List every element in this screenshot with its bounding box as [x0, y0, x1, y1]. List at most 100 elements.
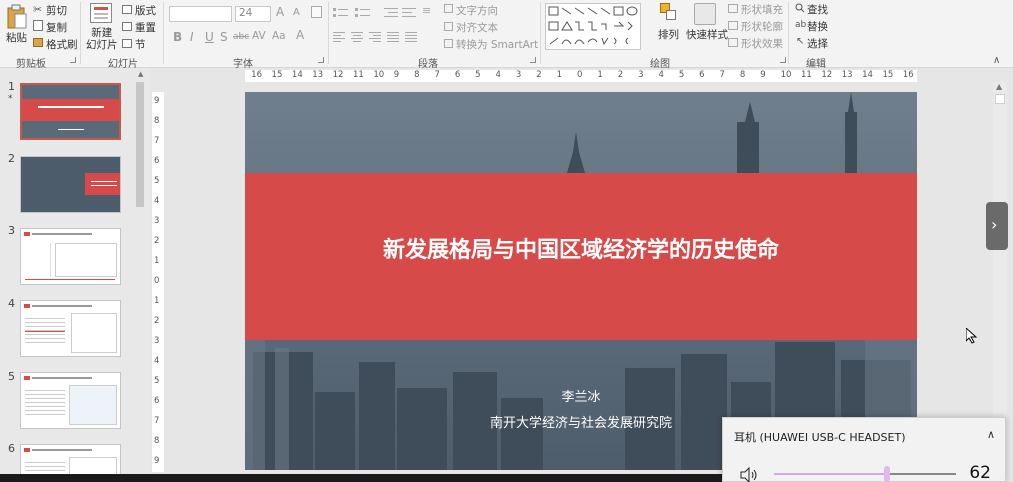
chevron-right-icon: ›: [991, 215, 998, 234]
thumbnail-scrollbar[interactable]: ▲: [134, 68, 146, 482]
select-button[interactable]: 选择: [807, 36, 828, 51]
ruler-tick-label: 4: [154, 196, 160, 206]
ruler-tick-label: 1: [556, 70, 563, 80]
slide-thumbnail-4[interactable]: [20, 300, 121, 357]
quick-styles-icon: [694, 3, 716, 25]
replace-icon: ab: [795, 20, 807, 30]
ruler-tick-label: 11: [353, 70, 364, 80]
chevron-up-icon[interactable]: ∧: [987, 428, 995, 441]
thumb-number: 4: [8, 297, 15, 310]
shape-effects-icon: [728, 38, 738, 47]
paste-icon[interactable]: [6, 4, 28, 30]
volume-slider-thumb[interactable]: [883, 466, 890, 482]
slide-thumbnail-2[interactable]: [20, 156, 121, 213]
horizontal-ruler: 16 15 14 13 12 11 10 9 8 7 6 5 4 3 2 1 0 1 2 3 4 5 6 7 8 9 10 11 12 1…: [245, 70, 917, 82]
slide-author[interactable]: 李兰冰: [245, 386, 917, 405]
vertical-ruler: 9 8 7 6 5 4 3 2 1 0 1 2 3 4 5 6 7 8 9: [152, 92, 164, 472]
thumb-number: 1: [8, 80, 15, 93]
ruler-tick-label: 15: [271, 70, 283, 80]
shrink-font-button[interactable]: A: [293, 7, 300, 18]
find-button[interactable]: 查找: [807, 2, 828, 17]
font-size-input[interactable]: 24: [235, 6, 271, 22]
font-name-input[interactable]: [169, 6, 232, 22]
taskbar: [0, 474, 722, 482]
grow-font-button[interactable]: A: [276, 5, 284, 19]
text-direction-button[interactable]: 文字方向: [456, 3, 498, 18]
ruler-tick-label: 7: [154, 136, 160, 146]
format-painter-button[interactable]: 格式刷: [46, 37, 78, 52]
clipboard-launcher[interactable]: [70, 57, 76, 63]
slide-title[interactable]: 新发展格局与中国区域经济学的历史使命: [245, 232, 917, 264]
text-direction-icon: [444, 4, 453, 13]
change-case-button[interactable]: Aa: [272, 30, 286, 42]
new-slide-icon: [90, 3, 112, 23]
speaker-icon[interactable]: [740, 466, 760, 482]
ruler-tick-label: 14: [862, 70, 873, 80]
replace-button[interactable]: 替换: [807, 19, 828, 34]
slide-thumbnail-1[interactable]: [20, 83, 121, 140]
volume-slider-track[interactable]: [774, 466, 956, 482]
copy-button[interactable]: 复制: [46, 20, 67, 35]
ruler-tick-label: 3: [154, 216, 160, 226]
shadow-button[interactable]: S: [220, 30, 228, 44]
align-text-button[interactable]: 对齐文本: [456, 20, 498, 35]
find-icon: [795, 3, 805, 13]
paste-button[interactable]: 粘贴: [6, 30, 27, 45]
ruler-tick-label: 12: [332, 70, 344, 80]
ruler-tick-label: 2: [154, 236, 160, 246]
slide-thumbnail-5[interactable]: [20, 372, 121, 429]
collapse-ribbon-icon[interactable]: ∧: [993, 55, 1000, 66]
font-color-button[interactable]: A: [296, 28, 304, 42]
ruler-tick-label: 2: [617, 70, 624, 80]
group-label-paragraph: 段落: [418, 59, 438, 70]
ruler-tick-label: 7: [434, 70, 440, 80]
bullets-icon[interactable]: [333, 6, 381, 23]
shape-outline-icon: [728, 21, 738, 30]
section-button[interactable]: 节: [135, 37, 146, 52]
audio-device-label[interactable]: 耳机 (HUAWEI USB-C HEADSET): [734, 429, 906, 445]
paragraph-launcher[interactable]: [530, 57, 536, 63]
ruler-tick-label: 4: [154, 356, 160, 366]
ruler-tick-label: 14: [291, 70, 303, 80]
next-panel-handle[interactable]: ›: [986, 202, 1008, 250]
group-label-editing: 编辑: [806, 59, 826, 70]
align-icons[interactable]: [333, 31, 433, 46]
slide-thumbnail-3[interactable]: [20, 228, 121, 285]
char-spacing-button[interactable]: AV: [252, 30, 266, 42]
ruler-tick-label: 2: [536, 70, 542, 80]
ruler-tick-label: 3: [515, 70, 522, 80]
shape-fill-button[interactable]: 形状填充: [741, 2, 783, 17]
ruler-tick-label: 6: [454, 70, 461, 80]
new-slide-button[interactable]: 新建 幻灯片: [86, 27, 118, 51]
shapes-gallery[interactable]: [545, 3, 641, 50]
format-painter-icon: [33, 38, 43, 47]
clear-format-icon[interactable]: [311, 6, 322, 18]
reset-icon: [122, 22, 132, 31]
underline-button[interactable]: U: [205, 30, 214, 44]
reset-button[interactable]: 重置: [135, 20, 156, 35]
ruler-tick-label: 2: [154, 316, 160, 326]
italic-button[interactable]: I: [190, 30, 194, 44]
ruler-tick-label: 5: [678, 70, 685, 80]
cut-button[interactable]: 剪切: [46, 3, 67, 18]
ruler-tick-label: 5: [154, 376, 160, 386]
thumb-star: *: [8, 94, 13, 104]
volume-slider-fill: [774, 473, 887, 475]
quick-styles-button[interactable]: 快速样式: [686, 27, 728, 42]
font-launcher[interactable]: [318, 57, 324, 63]
slide-canvas[interactable]: 新发展格局与中国区域经济学的历史使命 李兰冰 南开大学经济与社会发展研究院: [245, 92, 917, 470]
arrange-button[interactable]: 排列: [658, 27, 679, 42]
drawing-launcher[interactable]: [780, 57, 786, 63]
smartart-button[interactable]: 转换为 SmartArt: [456, 37, 538, 52]
bold-button[interactable]: B: [173, 30, 182, 44]
ruler-tick-label: 10: [780, 70, 792, 80]
section-icon: [122, 39, 132, 48]
shape-outline-button[interactable]: 形状轮廓: [741, 19, 783, 34]
ruler-tick-label: 8: [154, 436, 160, 446]
layout-button[interactable]: 版式: [135, 3, 156, 18]
strikethrough-button[interactable]: abc: [233, 32, 249, 42]
ruler-tick-label: 4: [658, 70, 664, 80]
shape-effects-button[interactable]: 形状效果: [741, 36, 783, 51]
ruler-tick-label: 8: [154, 116, 160, 126]
line-spacing-icon[interactable]: ≡: [422, 4, 431, 17]
